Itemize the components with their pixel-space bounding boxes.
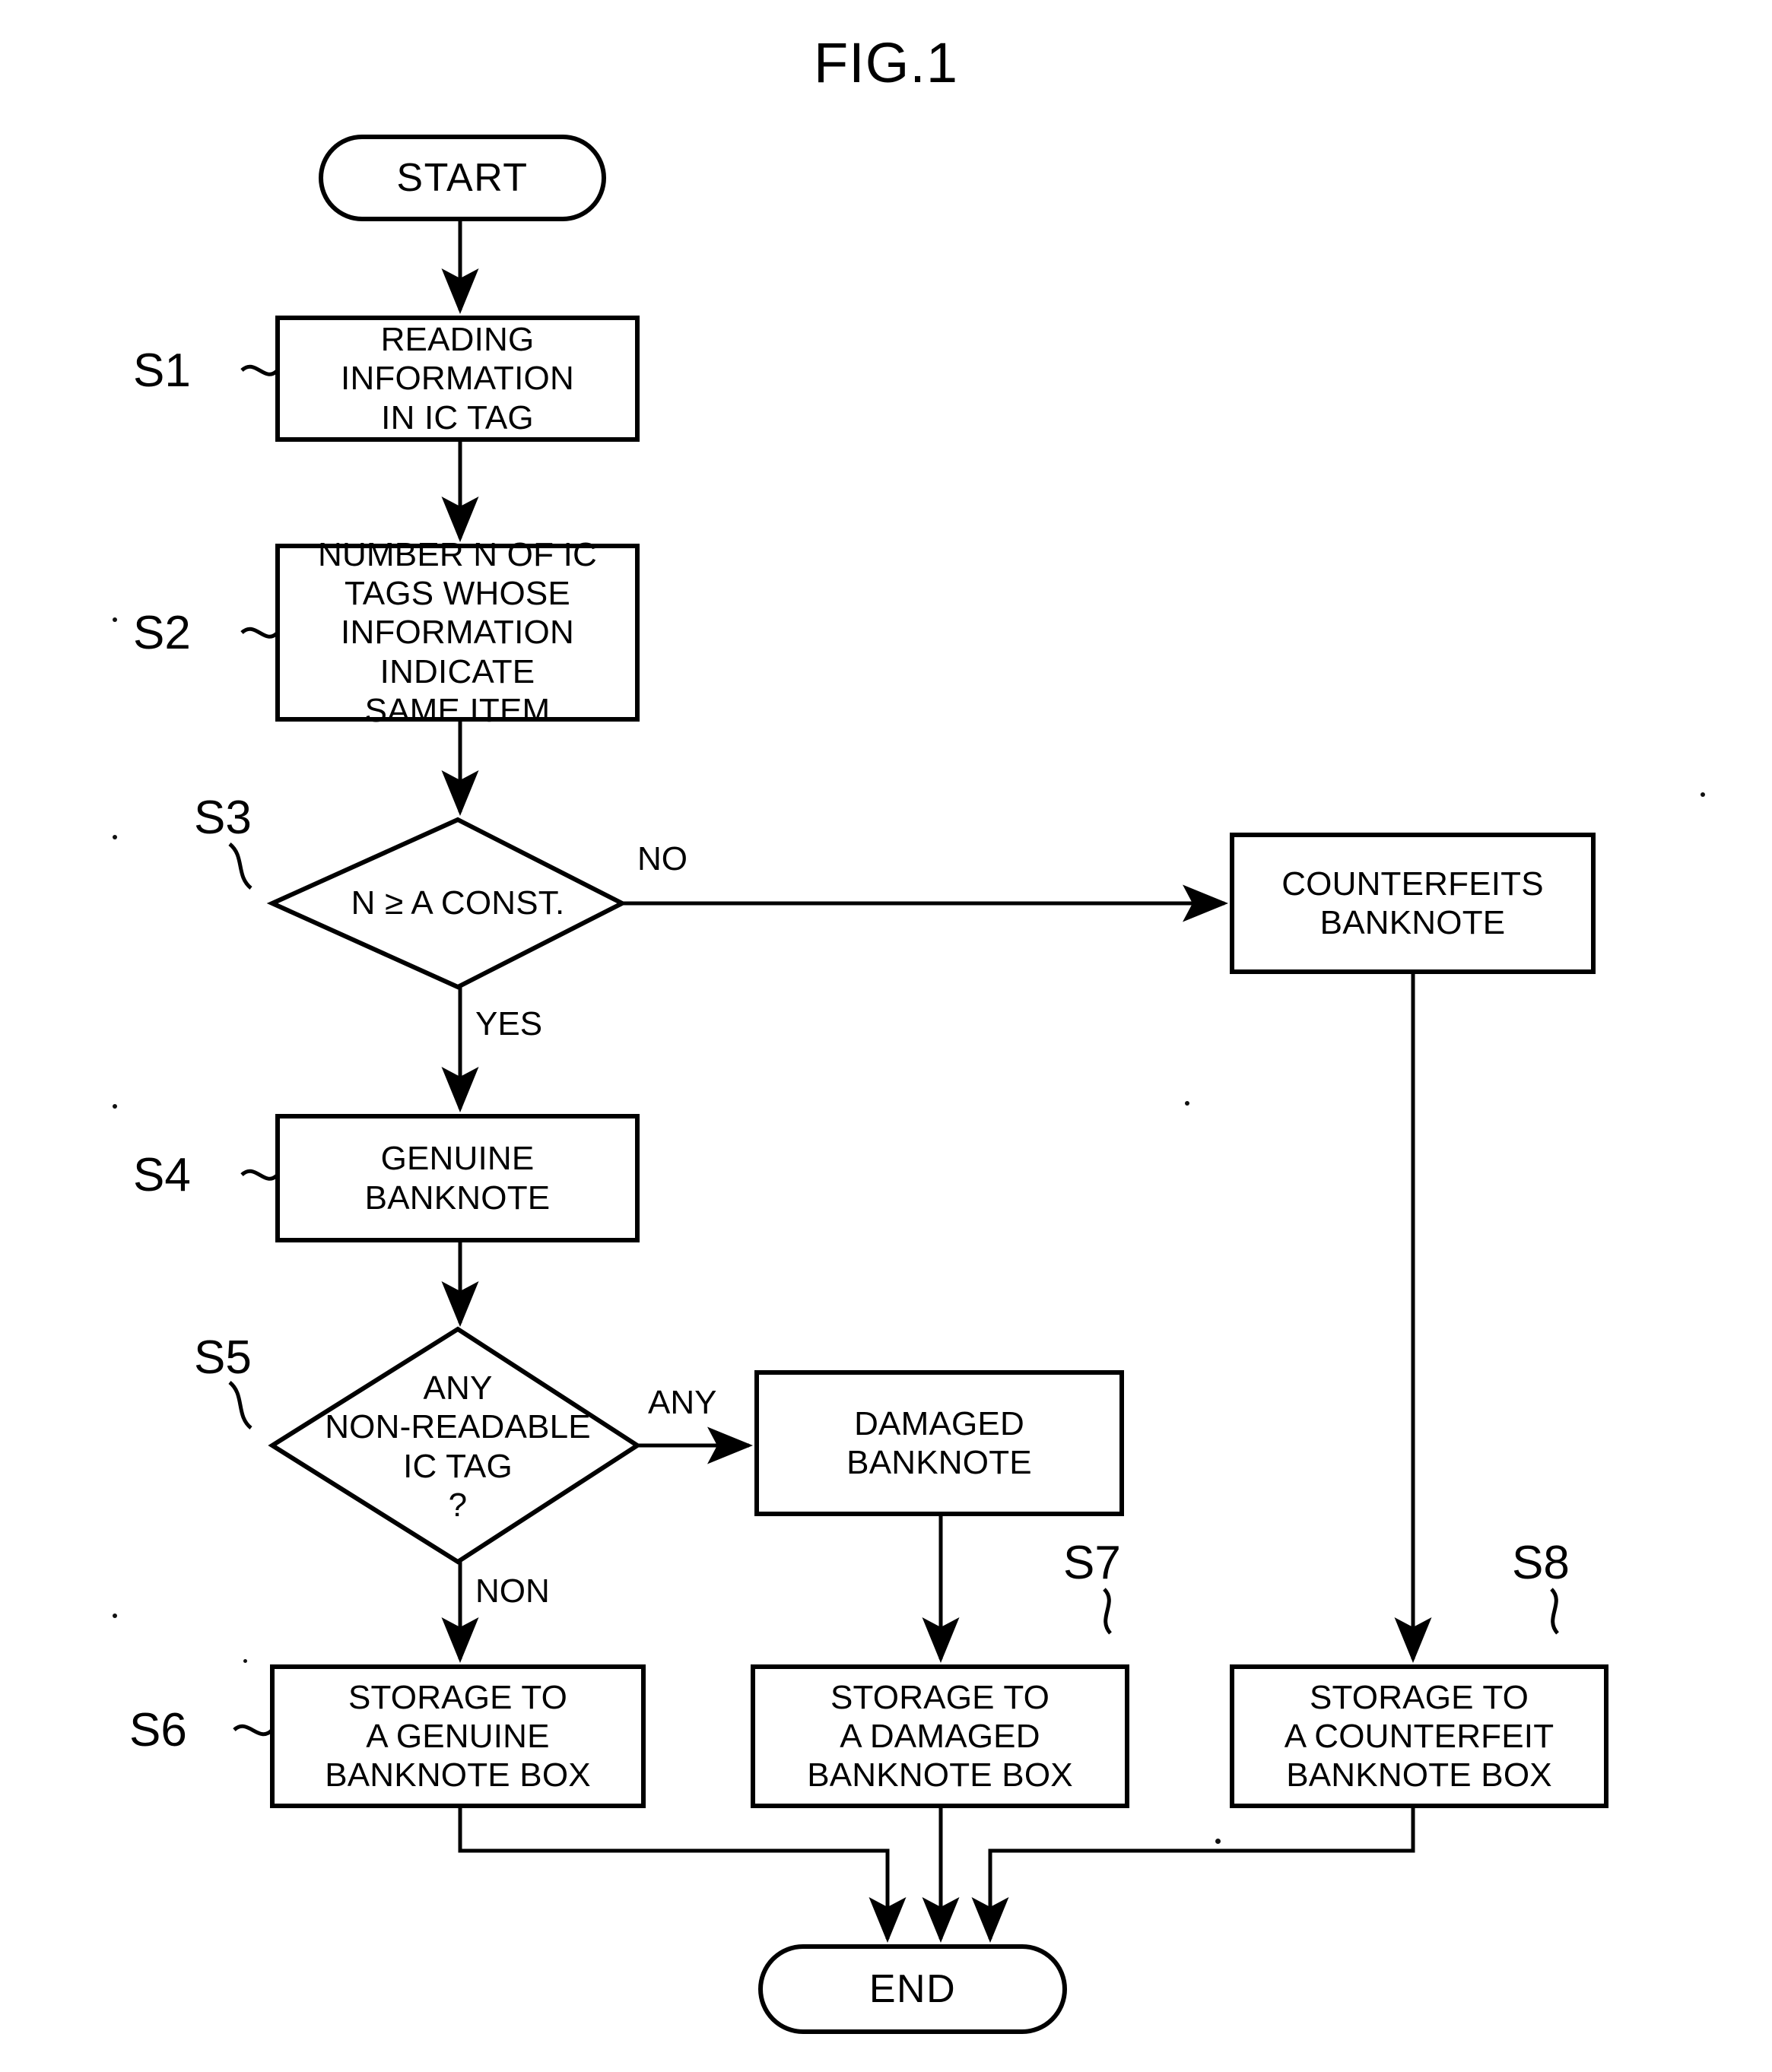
s3-diamond-shape [266,817,627,990]
scan-speck [243,1659,247,1663]
leader-s1 [240,364,279,376]
step-tag-s8-text: S8 [1512,1537,1570,1589]
damaged-box-shape [754,1370,1124,1516]
step-tag-s7: S7 [1063,1536,1121,1590]
s8-box-shape [1230,1664,1608,1808]
edge-label-any: ANY [648,1384,716,1422]
s1-box-shape [275,316,640,442]
step-tag-s2-text: S2 [133,607,191,659]
scan-speck [1215,1839,1221,1844]
leader-s7 [1103,1588,1113,1635]
end-terminator-shape [758,1944,1067,2034]
leader-s2 [240,627,279,639]
leader-s5 [228,1381,252,1429]
scan-speck [1185,1101,1189,1106]
step-tag-s3-text: S3 [194,792,252,844]
s7-box-shape [751,1664,1129,1808]
edge-s8-to-end [971,1806,1415,1943]
leader-s3 [228,842,252,890]
edge-label-yes-text: YES [475,1005,543,1042]
flowchart-canvas [228,135,1608,2034]
s5-diamond-shape [268,1326,642,1565]
edge-s6-to-end [458,1806,907,1943]
edge-label-yes: YES [475,1005,542,1043]
step-tag-s4-text: S4 [133,1149,191,1201]
step-tag-s6: S6 [129,1703,187,1757]
s6-box-shape [270,1664,646,1808]
step-tag-s8: S8 [1512,1536,1570,1590]
step-tag-s7-text: S7 [1063,1537,1121,1589]
counterfeits-box-shape [1230,833,1596,974]
leader-s4 [240,1169,279,1181]
step-tag-s2: S2 [133,606,191,660]
step-tag-s1: S1 [133,344,191,398]
s4-box-shape [275,1114,640,1242]
edge-label-no-text: NO [637,840,688,877]
step-tag-s5-text: S5 [194,1331,252,1384]
edge-label-non: NON [475,1572,550,1610]
start-terminator-shape [319,135,606,221]
leader-s6 [233,1724,274,1737]
scan-speck [1701,792,1705,797]
scan-speck [113,617,117,622]
step-tag-s4: S4 [133,1148,191,1202]
edge-label-any-text: ANY [648,1384,717,1421]
edge-label-non-text: NON [475,1572,550,1610]
s2-box-shape [275,544,640,722]
step-tag-s3: S3 [194,791,252,845]
step-tag-s6-text: S6 [129,1704,187,1756]
scan-speck [113,1104,117,1109]
edge-label-no: NO [637,840,688,878]
step-tag-s1-text: S1 [133,344,191,397]
scan-speck [113,1613,117,1618]
scan-speck [113,835,117,839]
step-tag-s5: S5 [194,1331,252,1385]
figure-page: FIG.1 START READING INFORMATION IN IC TA… [0,0,1772,2072]
leader-s8 [1550,1588,1560,1635]
